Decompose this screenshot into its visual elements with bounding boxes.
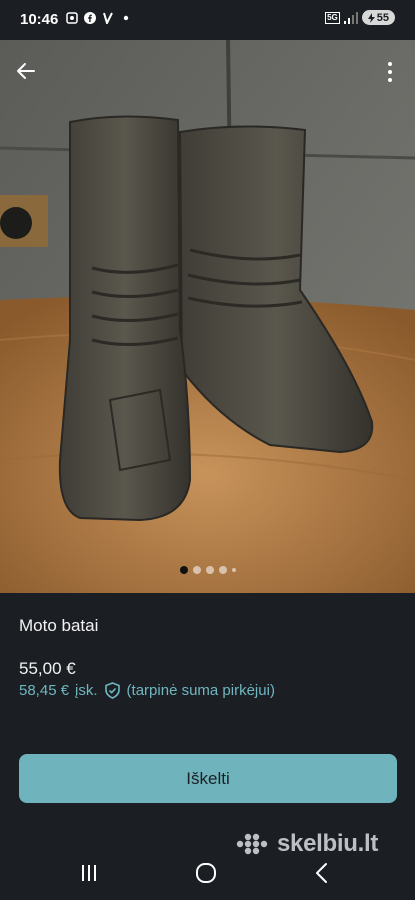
facebook-icon bbox=[84, 12, 96, 24]
system-navigation-bar bbox=[0, 848, 415, 896]
screenshot-icon bbox=[66, 12, 78, 24]
boots-image bbox=[0, 40, 415, 593]
buyer-protection-shield-icon[interactable] bbox=[104, 682, 121, 699]
status-time: 10:46 bbox=[20, 11, 59, 28]
listing-title: Moto batai bbox=[19, 616, 99, 635]
gallery-dot[interactable] bbox=[179, 566, 188, 574]
gallery-dot[interactable] bbox=[205, 566, 214, 574]
more-options-icon[interactable] bbox=[379, 56, 401, 88]
home-icon[interactable] bbox=[191, 858, 221, 888]
listing-price: 55,00 € bbox=[19, 659, 76, 678]
buyer-price-line: 58,45 € įsk. (tarpinė suma pirkėjui) bbox=[19, 682, 275, 699]
back-button[interactable] bbox=[10, 55, 42, 87]
back-nav-icon[interactable] bbox=[307, 858, 337, 888]
buyer-price-note[interactable]: (tarpinė suma pirkėjui) bbox=[127, 682, 275, 699]
recent-apps-icon[interactable] bbox=[74, 858, 104, 888]
status-bar: 10:46 5G 55 bbox=[0, 0, 415, 40]
buyer-price: 58,45 € bbox=[19, 682, 70, 699]
battery-indicator: 55 bbox=[361, 10, 395, 25]
gallery-pagination bbox=[0, 566, 415, 574]
network-label: 5G bbox=[325, 11, 340, 24]
gallery-dot[interactable] bbox=[192, 566, 201, 574]
notification-dot-icon bbox=[123, 15, 129, 21]
charging-icon bbox=[367, 12, 375, 23]
vinted-icon bbox=[103, 12, 113, 24]
notification-icons bbox=[66, 12, 132, 24]
gallery-dot[interactable] bbox=[218, 566, 227, 574]
system-status: 5G 55 bbox=[325, 10, 395, 25]
gallery-dot[interactable] bbox=[231, 568, 236, 572]
battery-level: 55 bbox=[376, 11, 389, 24]
promote-button[interactable]: Iškelti bbox=[19, 754, 397, 803]
product-photo[interactable] bbox=[0, 40, 415, 593]
signal-icon bbox=[343, 11, 358, 24]
buyer-price-suffix: įsk. bbox=[75, 682, 98, 699]
